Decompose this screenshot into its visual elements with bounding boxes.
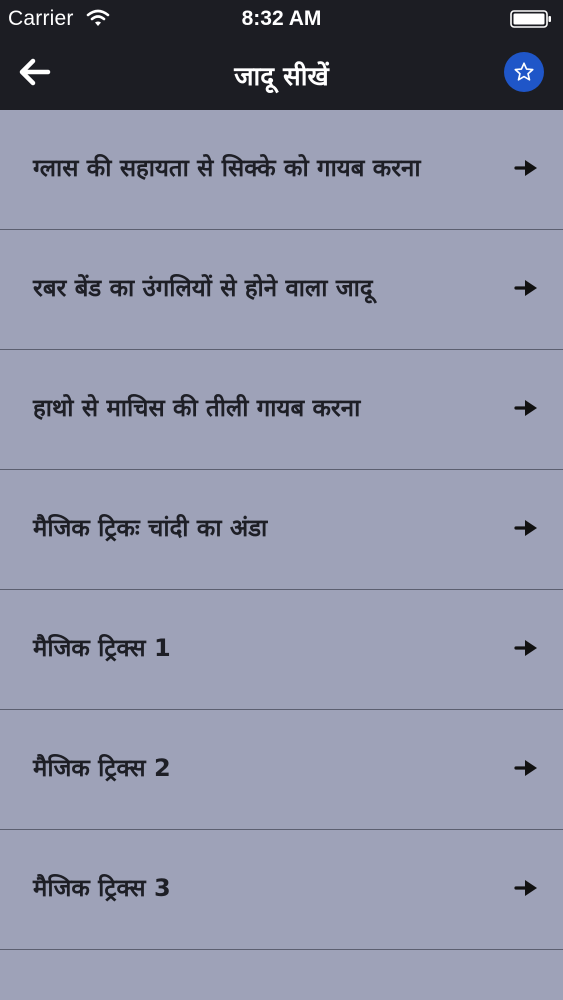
nav-bar: जादू सीखें [0,38,563,110]
list-item[interactable]: मैजिक ट्रिक्स 2 [0,710,563,830]
list-item[interactable]: मैजिक ट्रिक्स 1 [0,590,563,710]
list-item-label: रबर बेंड का उंगलियों से होने वाला जादू [33,274,373,302]
list-item[interactable]: ग्लास की सहायता से सिक्के को गायब करना [0,110,563,230]
list-item-label: ग्लास की सहायता से सिक्के को गायब करना [33,154,421,182]
header: Carrier 8:32 AM जादू सीखें [0,0,563,110]
right-arrow-icon [514,640,537,656]
battery-icon [510,10,551,28]
right-arrow-icon [514,160,537,176]
list-item[interactable]: मैजिक ट्रिक्स 3 [0,830,563,950]
star-icon [514,62,534,81]
list-item[interactable]: रबर बेंड का उंगलियों से होने वाला जादू [0,230,563,350]
list-item-label: मैजिक ट्रिक्स 1 [33,634,171,662]
right-arrow-icon [514,880,537,896]
right-arrow-icon [514,280,537,296]
app-screen: Carrier 8:32 AM जादू सीखें ग्लास की सहाय… [0,0,563,1000]
right-arrow-icon [514,400,537,416]
favorite-button[interactable] [504,52,544,92]
right-arrow-icon [514,520,537,536]
list-item-label: मैजिक ट्रिकः चांदी का अंडा [33,514,268,542]
list-item-label: मैजिक ट्रिक्स 2 [33,754,171,782]
status-bar: Carrier 8:32 AM [0,0,563,38]
right-arrow-icon [514,760,537,776]
list-item[interactable]: हाथो से माचिस की तीली गायब करना [0,350,563,470]
list-item-label: मैजिक ट्रिक्स 3 [33,874,171,902]
status-time: 8:32 AM [241,7,322,30]
page-title: जादू सीखें [234,62,329,92]
list-item-label: हाथो से माचिस की तीली गायब करना [33,394,361,422]
list-item[interactable]: मैजिक ट्रिकः चांदी का अंडा [0,470,563,590]
trick-list: ग्लास की सहायता से सिक्के को गायब करना र… [0,110,563,950]
